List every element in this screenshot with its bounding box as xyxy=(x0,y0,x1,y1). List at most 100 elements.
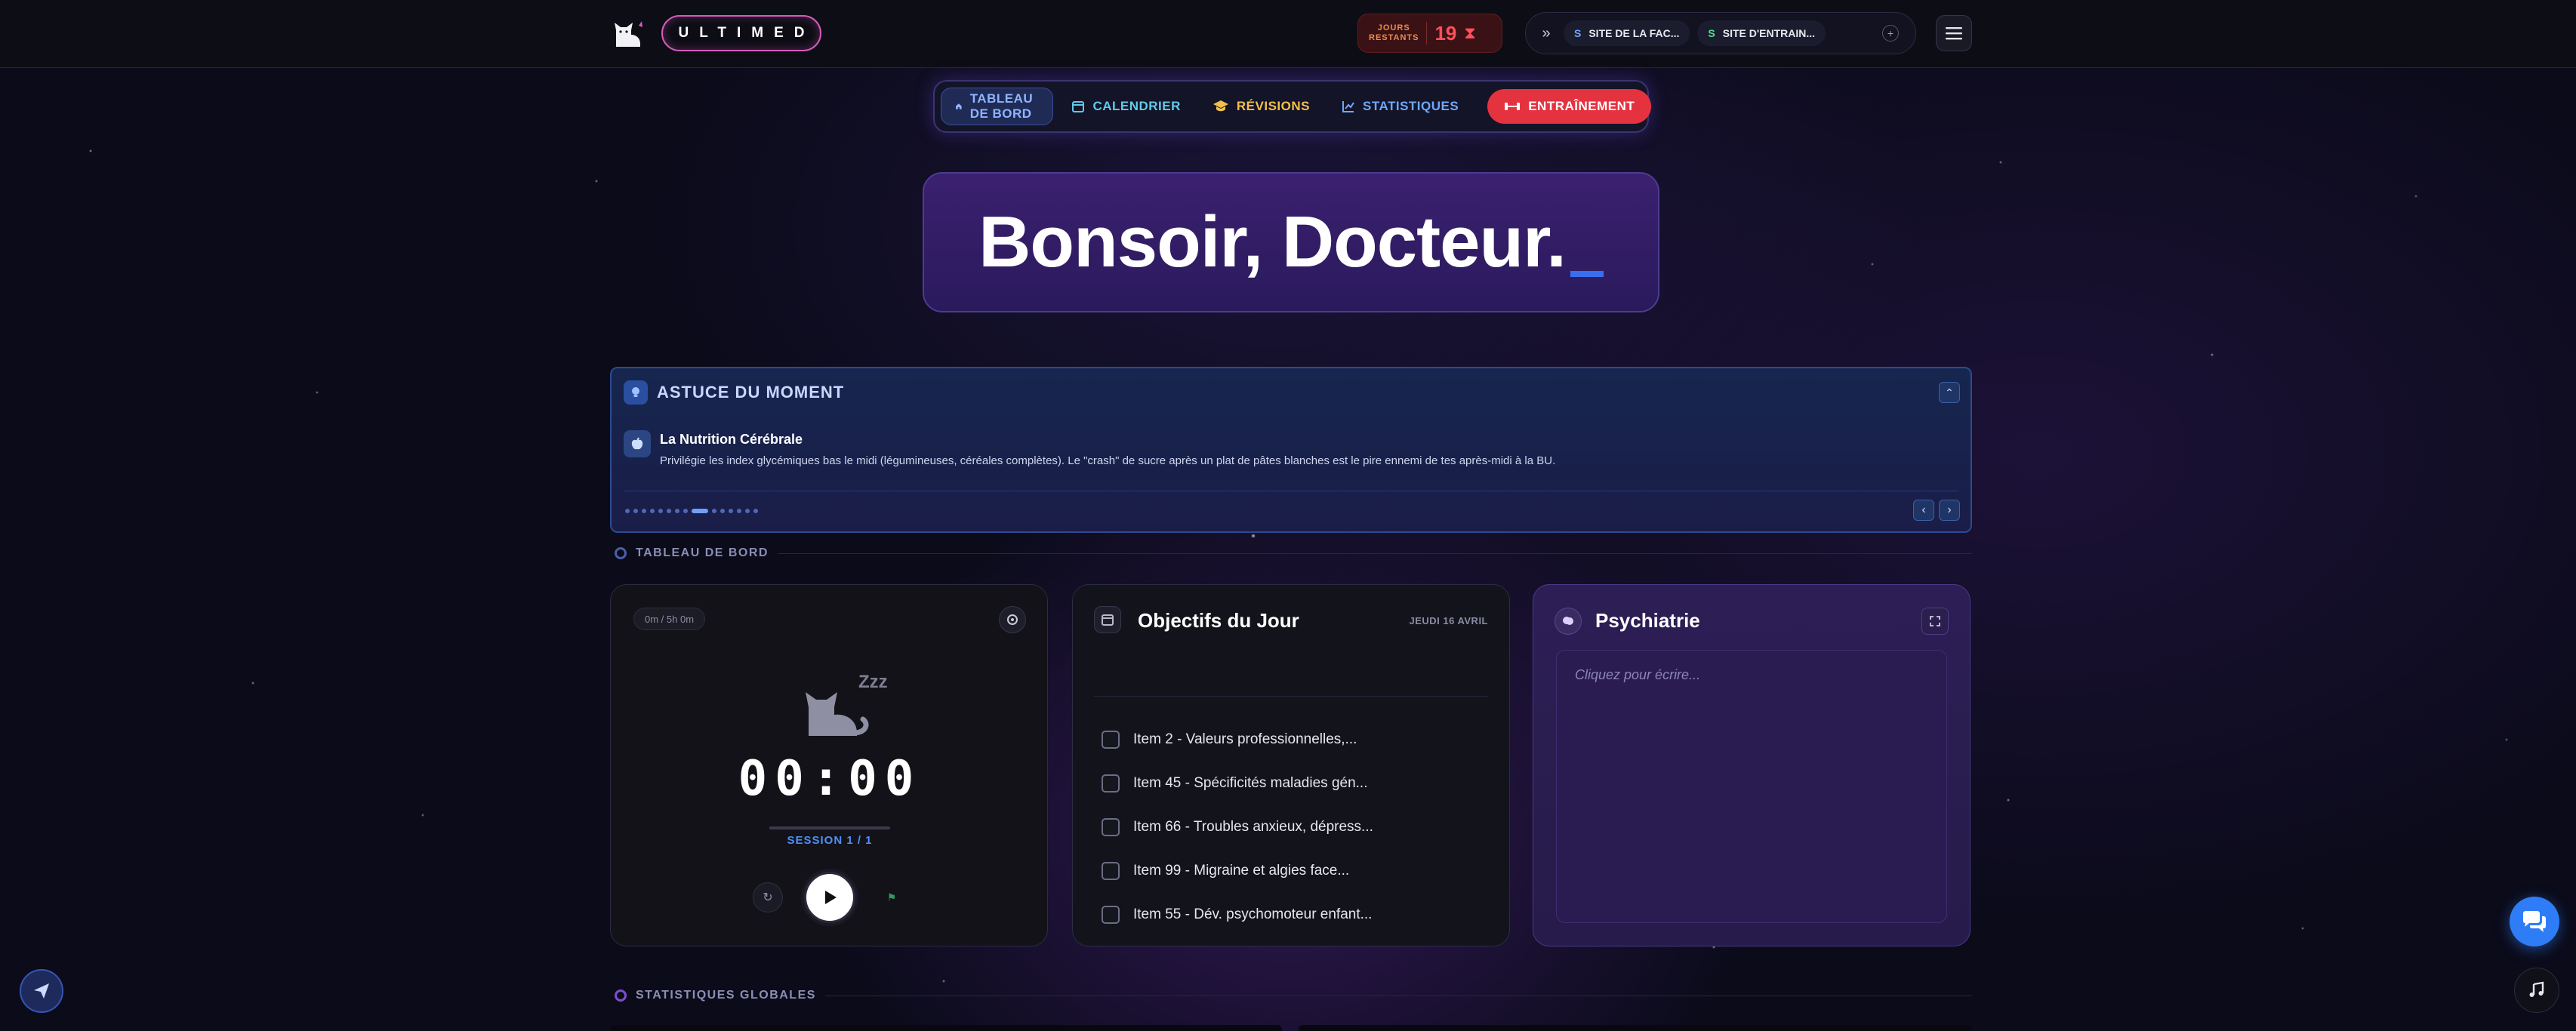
calendar-icon xyxy=(1094,606,1121,633)
checkbox[interactable] xyxy=(1102,731,1120,749)
pagination-dot[interactable] xyxy=(720,509,725,513)
stats-panel-top xyxy=(610,1025,1282,1031)
hamburger-icon xyxy=(1946,27,1962,40)
tab-training[interactable]: ENTRAÎNEMENT xyxy=(1487,89,1652,124)
tab-label: RÉVISIONS xyxy=(1236,99,1310,113)
sites-bar: » S SITE DE LA FAC... S SITE D'ENTRAIN..… xyxy=(1525,12,1916,54)
add-objective-input[interactable] xyxy=(1094,651,1488,697)
feedback-button[interactable] xyxy=(20,969,63,1013)
pagination-dot[interactable] xyxy=(692,509,708,513)
list-item[interactable]: Item 45 - Spécificités maladies gén... xyxy=(1102,762,1479,805)
objective-label: Item 99 - Migraine et algies face... xyxy=(1133,863,1350,879)
days-label-top: JOURS xyxy=(1377,23,1410,32)
calendar-icon xyxy=(1072,101,1085,112)
timer-clock: 00:00 xyxy=(738,751,922,807)
brain-icon xyxy=(1555,608,1582,635)
pagination-dot[interactable] xyxy=(658,509,663,513)
target-icon[interactable] xyxy=(999,606,1026,633)
music-button[interactable] xyxy=(2514,968,2559,1013)
home-icon xyxy=(956,103,962,109)
next-tip-icon[interactable]: › xyxy=(1939,500,1960,521)
graduation-cap-icon xyxy=(1213,100,1228,112)
tip-panel: ASTUCE DU MOMENT ⌃ La Nutrition Cérébral… xyxy=(610,367,1972,533)
session-counter: SESSION 1 / 1 xyxy=(787,834,873,847)
checkbox[interactable] xyxy=(1102,774,1120,792)
pagination-dot[interactable] xyxy=(633,509,638,513)
list-item[interactable]: Item 99 - Migraine et algies face... xyxy=(1102,849,1479,893)
divider xyxy=(1426,22,1428,45)
days-remaining: JOURS RESTANTS 19 ⧗ xyxy=(1357,14,1502,53)
flag-icon[interactable]: ⚑ xyxy=(877,882,907,913)
pagination-dot[interactable] xyxy=(667,509,671,513)
pagination-dot[interactable] xyxy=(712,509,716,513)
checkbox[interactable] xyxy=(1102,818,1120,836)
pagination-dot[interactable] xyxy=(753,509,758,513)
tab-dashboard[interactable]: TABLEAU DE BORD xyxy=(941,88,1054,125)
section-icon xyxy=(615,989,627,1002)
tab-revisions[interactable]: RÉVISIONS xyxy=(1199,88,1323,125)
divider xyxy=(777,552,1972,554)
tip-title: ASTUCE DU MOMENT xyxy=(657,383,845,402)
stats-panel-top xyxy=(1299,1025,1972,1031)
timer-card: 0m / 5h 0m Zzz 00:00 SESSION 1 / 1 ↻ ⚑ xyxy=(610,584,1048,946)
add-site-icon[interactable]: + xyxy=(1882,25,1899,42)
chat-button[interactable] xyxy=(2510,897,2559,946)
tab-calendar[interactable]: CALENDRIER xyxy=(1058,88,1194,125)
notes-card: Psychiatrie Cliquez pour écrire... xyxy=(1533,584,1971,946)
pagination-dot[interactable] xyxy=(642,509,646,513)
objective-label: Item 55 - Dév. psychomoteur enfant... xyxy=(1133,906,1373,922)
chat-icon xyxy=(2523,911,2546,932)
sleeping-cat-icon: Zzz xyxy=(800,660,890,743)
pagination-dot[interactable] xyxy=(737,509,741,513)
line-chart-icon xyxy=(1342,101,1354,112)
pagination-dot[interactable] xyxy=(675,509,679,513)
site-label: SITE D'ENTRAIN... xyxy=(1722,27,1816,39)
pagination-dot[interactable] xyxy=(745,509,750,513)
pagination-dot[interactable] xyxy=(625,509,630,513)
section-icon xyxy=(615,547,627,559)
pagination-dot[interactable] xyxy=(650,509,655,513)
pagination-dot[interactable] xyxy=(683,509,688,513)
expand-icon[interactable] xyxy=(1921,608,1949,635)
list-item[interactable]: Item 66 - Troubles anxieux, dépress... xyxy=(1102,805,1479,849)
brand-logo[interactable]: ULTIMED xyxy=(661,15,821,51)
cat-logo-icon[interactable] xyxy=(612,17,645,50)
site-favicon-icon: S xyxy=(1708,27,1715,39)
objectives-date: JEUDI 16 AVRIL xyxy=(1409,615,1488,626)
objective-label: Item 45 - Spécificités maladies gén... xyxy=(1133,775,1368,791)
prev-tip-icon[interactable]: ‹ xyxy=(1913,500,1934,521)
menu-button[interactable] xyxy=(1936,15,1972,51)
greeting-card: Bonsoir, Docteur. xyxy=(923,172,1659,312)
reset-icon[interactable]: ↻ xyxy=(753,882,783,913)
main-nav: TABLEAU DE BORD CALENDRIER RÉVISIONS STA… xyxy=(933,80,1652,133)
apple-icon xyxy=(624,430,651,457)
section-title: TABLEAU DE BORD xyxy=(636,546,769,559)
list-item[interactable]: Item 2 - Valeurs professionnelles,... xyxy=(1102,718,1479,762)
session-progress-bar xyxy=(769,826,890,829)
tab-label: STATISTIQUES xyxy=(1363,99,1459,113)
checkbox[interactable] xyxy=(1102,862,1120,880)
list-item[interactable]: Item 55 - Dév. psychomoteur enfant... xyxy=(1102,893,1479,937)
pagination-dot[interactable] xyxy=(729,509,733,513)
notes-title: Psychiatrie xyxy=(1595,609,1700,632)
hourglass-icon: ⧗ xyxy=(1464,23,1476,42)
collapse-icon[interactable]: ⌃ xyxy=(1939,382,1960,403)
tab-label: CALENDRIER xyxy=(1092,99,1181,113)
site-link-fac[interactable]: S SITE DE LA FAC... xyxy=(1564,20,1690,46)
checkbox[interactable] xyxy=(1102,906,1120,924)
play-button[interactable] xyxy=(804,872,855,923)
objective-label: Item 66 - Troubles anxieux, dépress... xyxy=(1133,819,1373,835)
paper-plane-icon xyxy=(34,983,49,999)
zzz-text: Zzz xyxy=(858,672,888,692)
objectives-list: Item 2 - Valeurs professionnelles,... It… xyxy=(1102,718,1479,937)
bulb-icon xyxy=(624,380,648,405)
study-progress-badge: 0m / 5h 0m xyxy=(633,608,706,630)
objectives-title: Objectifs du Jour xyxy=(1138,609,1299,632)
expand-sites-icon[interactable]: » xyxy=(1536,25,1556,42)
notes-textarea[interactable]: Cliquez pour écrire... xyxy=(1556,650,1947,923)
site-link-training[interactable]: S SITE D'ENTRAIN... xyxy=(1697,20,1826,46)
top-bar: ULTIMED JOURS RESTANTS 19 ⧗ » S SITE DE … xyxy=(0,0,2576,68)
tip-pagination xyxy=(625,509,758,513)
days-count: 19 xyxy=(1434,21,1457,45)
tab-statistics[interactable]: STATISTIQUES xyxy=(1328,88,1472,125)
